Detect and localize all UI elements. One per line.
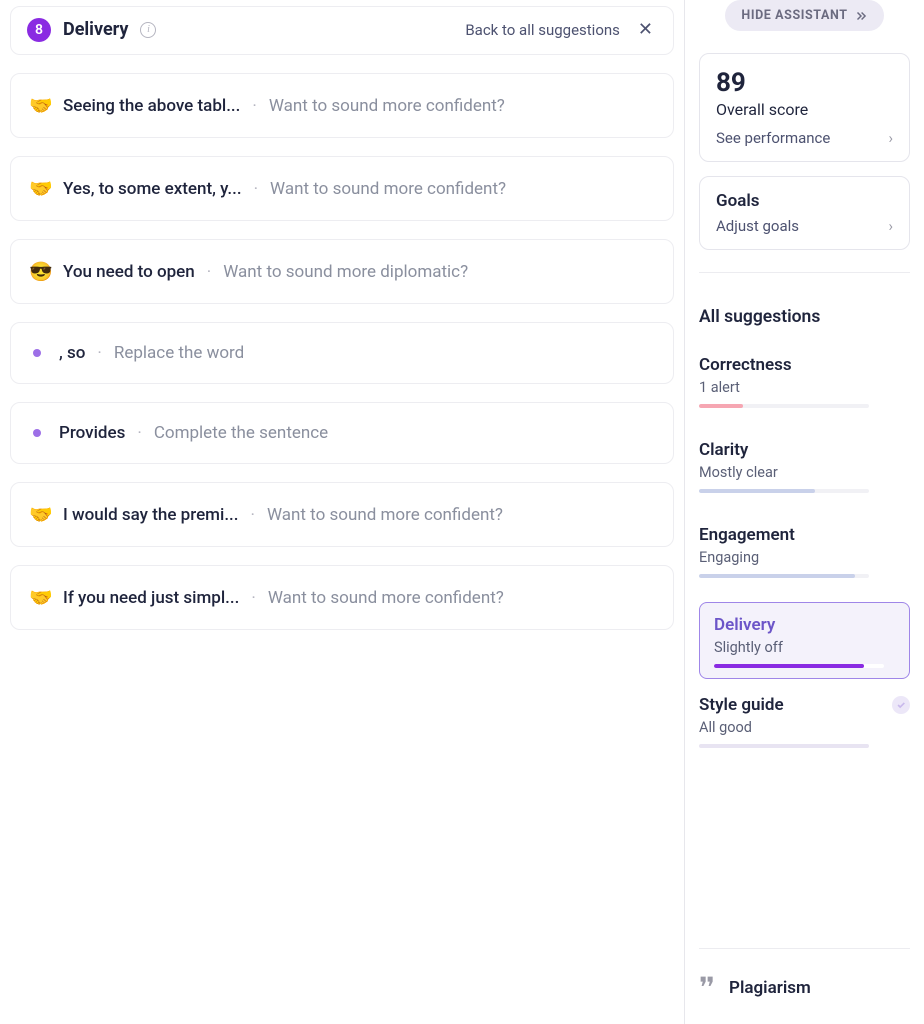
suggestion-snippet: You need to open: [63, 262, 195, 282]
metric-bar: [699, 404, 869, 408]
suggestion-snippet: I would say the premi...: [63, 505, 239, 525]
metric-subtitle: 1 alert: [699, 379, 910, 396]
bullet-icon: [33, 429, 41, 437]
metric-subtitle: All good: [699, 719, 910, 736]
back-to-all-link[interactable]: Back to all suggestions: [465, 21, 620, 39]
score-value: 89: [716, 68, 893, 98]
see-performance-link[interactable]: See performance: [716, 129, 830, 147]
metric-bar: [714, 664, 884, 668]
metric-title: Style guide: [699, 695, 784, 715]
suggestion-card[interactable]: Provides · Complete the sentence: [10, 402, 674, 464]
handshake-icon: 🤝: [29, 586, 53, 609]
goals-title: Goals: [716, 191, 893, 211]
suggestion-snippet: Seeing the above tabl...: [63, 96, 240, 116]
handshake-icon: 🤝: [29, 177, 53, 200]
score-label: Overall score: [716, 100, 893, 119]
category-header: 8 Delivery i Back to all suggestions ✕: [10, 6, 674, 55]
category-title: Delivery: [63, 19, 128, 40]
suggestion-card[interactable]: 🤝 Seeing the above tabl... · Want to sou…: [10, 73, 674, 138]
suggestion-hint: Want to sound more confident?: [269, 96, 505, 116]
suggestion-snippet: If you need just simpl...: [63, 588, 239, 608]
divider: [699, 272, 910, 273]
separator-dot: ·: [251, 588, 255, 608]
suggestion-hint: Want to sound more confident?: [268, 588, 504, 608]
suggestion-snippet: , so: [59, 343, 85, 363]
handshake-icon: 🤝: [29, 94, 53, 117]
suggestion-snippet: Yes, to some extent, y...: [63, 179, 242, 199]
chevron-double-right-icon: [854, 9, 868, 23]
check-icon: [892, 696, 910, 714]
suggestion-hint: Want to sound more confident?: [267, 505, 503, 525]
goals-card[interactable]: Goals Adjust goals ›: [699, 176, 910, 250]
close-icon[interactable]: ✕: [634, 17, 657, 42]
suggestion-card[interactable]: 🤝 Yes, to some extent, y... · Want to so…: [10, 156, 674, 221]
metric-clarity[interactable]: Clarity Mostly clear: [699, 428, 910, 513]
metric-bar: [699, 574, 869, 578]
metric-subtitle: Engaging: [699, 549, 910, 566]
metric-style-guide[interactable]: Style guide All good: [699, 683, 910, 768]
bullet-icon: [33, 349, 41, 357]
info-icon[interactable]: i: [140, 22, 156, 38]
adjust-goals-link[interactable]: Adjust goals: [716, 217, 799, 235]
metric-subtitle: Slightly off: [714, 639, 895, 656]
separator-dot: ·: [254, 179, 258, 199]
chevron-right-icon: ›: [888, 217, 893, 235]
suggestion-hint: Want to sound more diplomatic?: [223, 262, 468, 282]
metric-correctness[interactable]: Correctness 1 alert: [699, 343, 910, 428]
plagiarism-label: Plagiarism: [729, 978, 811, 998]
suggestion-snippet: Provides: [59, 423, 125, 443]
sunglasses-icon: 😎: [29, 260, 53, 283]
metric-title: Clarity: [699, 440, 910, 460]
suggestions-panel: 8 Delivery i Back to all suggestions ✕ 🤝…: [0, 0, 684, 1024]
quote-icon: ❜❜: [699, 971, 713, 1004]
separator-dot: ·: [251, 505, 255, 525]
metric-title: Correctness: [699, 355, 910, 375]
chevron-right-icon: ›: [888, 129, 893, 147]
metric-bar: [699, 744, 869, 748]
separator-dot: ·: [252, 96, 256, 116]
hide-assistant-label: HIDE ASSISTANT: [741, 8, 847, 23]
metric-bar: [699, 489, 869, 493]
all-suggestions-link[interactable]: All suggestions: [699, 295, 910, 333]
plagiarism-link[interactable]: ❜❜ Plagiarism: [699, 961, 910, 1014]
suggestion-card[interactable]: 🤝 If you need just simpl... · Want to so…: [10, 565, 674, 630]
assistant-sidebar: HIDE ASSISTANT 89 Overall score See perf…: [684, 0, 924, 1024]
handshake-icon: 🤝: [29, 503, 53, 526]
suggestion-hint: Complete the sentence: [154, 423, 328, 443]
separator-dot: ·: [137, 423, 141, 443]
suggestion-card[interactable]: , so · Replace the word: [10, 322, 674, 384]
suggestion-card[interactable]: 😎 You need to open · Want to sound more …: [10, 239, 674, 304]
metric-title: Delivery: [714, 615, 895, 635]
separator-dot: ·: [97, 343, 101, 363]
divider: [699, 948, 910, 949]
all-suggestions-label: All suggestions: [699, 307, 910, 327]
suggestion-hint: Want to sound more confident?: [270, 179, 506, 199]
hide-assistant-button[interactable]: HIDE ASSISTANT: [725, 0, 883, 31]
metric-engagement[interactable]: Engagement Engaging: [699, 513, 910, 598]
metric-subtitle: Mostly clear: [699, 464, 910, 481]
suggestion-count-badge: 8: [27, 18, 51, 42]
suggestion-hint: Replace the word: [114, 343, 244, 363]
suggestion-card[interactable]: 🤝 I would say the premi... · Want to sou…: [10, 482, 674, 547]
metric-title: Engagement: [699, 525, 910, 545]
metric-delivery-active[interactable]: Delivery Slightly off: [699, 602, 910, 679]
score-card[interactable]: 89 Overall score See performance ›: [699, 53, 910, 162]
separator-dot: ·: [207, 262, 211, 282]
